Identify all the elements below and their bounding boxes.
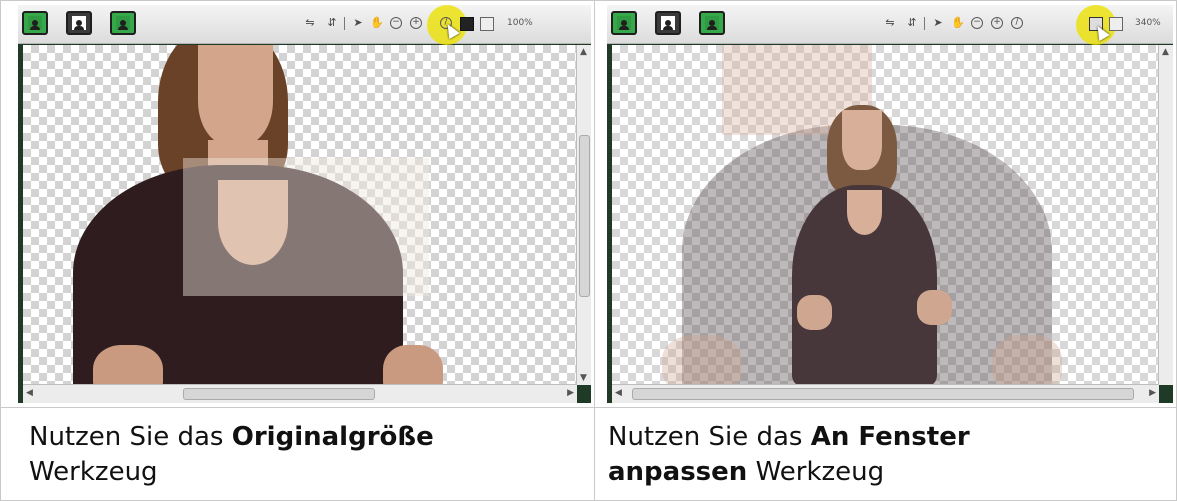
row-divider: [0, 407, 1177, 408]
flip-vertical-icon[interactable]: ⇵: [326, 17, 338, 29]
vertical-scrollbar[interactable]: ▲: [1158, 45, 1173, 385]
scroll-right-arrow[interactable]: ▶: [1149, 388, 1156, 398]
screenshot-fit-to-window: ⇋ ⇵ ➤ ✋ − + / 340% ▲ ◀ ▶: [607, 5, 1173, 403]
fit-to-window-icon[interactable]: [460, 17, 474, 31]
media-icon-dark[interactable]: [66, 11, 92, 35]
right-hand: [383, 345, 443, 385]
horizontal-scrollbar[interactable]: ◀ ▶: [612, 384, 1159, 403]
hand-icon[interactable]: ✋: [370, 17, 384, 29]
screenshot-original-size: ⇋ ⇵ ➤ ✋ − + / 100% ▲ ▼ ◀ ▶: [18, 5, 591, 403]
zoom-out-icon[interactable]: −: [971, 17, 983, 29]
left-hand: [93, 345, 163, 385]
face: [198, 45, 273, 145]
zoom-level: 100%: [507, 18, 533, 28]
pointer-icon[interactable]: ➤: [932, 17, 944, 29]
scroll-left-arrow[interactable]: ◀: [615, 388, 622, 398]
flip-horizontal-icon[interactable]: ⇋: [304, 17, 316, 29]
flip-horizontal-icon[interactable]: ⇋: [884, 17, 896, 29]
media-icon-green-active[interactable]: [699, 11, 725, 35]
selection-overlay: [183, 158, 429, 296]
caption-suffix: Werkzeug: [29, 457, 158, 487]
caption-original-size: Nutzen Sie das Originalgröße Werkzeug: [29, 420, 569, 490]
zoom-level: 340%: [1135, 18, 1161, 28]
settings-icon[interactable]: [480, 17, 494, 31]
scroll-thumb[interactable]: [183, 388, 375, 400]
caption-prefix: Nutzen Sie das: [608, 422, 803, 452]
scroll-up-arrow[interactable]: ▲: [580, 47, 587, 57]
image-canvas[interactable]: [23, 45, 577, 385]
hand-icon[interactable]: ✋: [951, 17, 965, 29]
caption-fit-to-window: Nutzen Sie das An Fenster anpassen Werkze…: [608, 420, 1148, 490]
scroll-thumb[interactable]: [632, 388, 1134, 400]
canvas-tint: [612, 45, 1159, 385]
caption-tool-name: Originalgröße: [231, 422, 434, 452]
toolbar: ⇋ ⇵ ➤ ✋ − + / 100%: [18, 5, 591, 45]
horizontal-scrollbar[interactable]: ◀ ▶: [23, 384, 577, 403]
vertical-scrollbar[interactable]: ▲ ▼: [576, 45, 591, 385]
original-size-icon[interactable]: /: [1011, 17, 1023, 29]
image-canvas[interactable]: [612, 45, 1159, 385]
zoom-in-icon[interactable]: +: [410, 17, 422, 29]
media-icon-green-active[interactable]: [110, 11, 136, 35]
settings-icon[interactable]: [1109, 17, 1123, 31]
scroll-up-arrow[interactable]: ▲: [1162, 47, 1169, 57]
media-icon-green[interactable]: [22, 11, 48, 35]
toolbar-separator: [344, 17, 345, 30]
flip-vertical-icon[interactable]: ⇵: [906, 17, 918, 29]
toolbar: ⇋ ⇵ ➤ ✋ − + / 340%: [607, 5, 1173, 45]
scroll-down-arrow[interactable]: ▼: [580, 373, 587, 383]
scroll-right-arrow[interactable]: ▶: [567, 388, 574, 398]
scroll-thumb[interactable]: [579, 135, 590, 297]
caption-suffix: Werkzeug: [755, 457, 885, 487]
zoom-out-icon[interactable]: −: [390, 17, 402, 29]
zoom-in-icon[interactable]: +: [991, 17, 1003, 29]
column-divider: [594, 0, 595, 501]
pointer-icon[interactable]: ➤: [352, 17, 364, 29]
media-icon-green[interactable]: [611, 11, 637, 35]
toolbar-separator: [924, 17, 925, 30]
scroll-left-arrow[interactable]: ◀: [26, 388, 33, 398]
media-icon-dark[interactable]: [655, 11, 681, 35]
caption-prefix: Nutzen Sie das: [29, 422, 224, 452]
